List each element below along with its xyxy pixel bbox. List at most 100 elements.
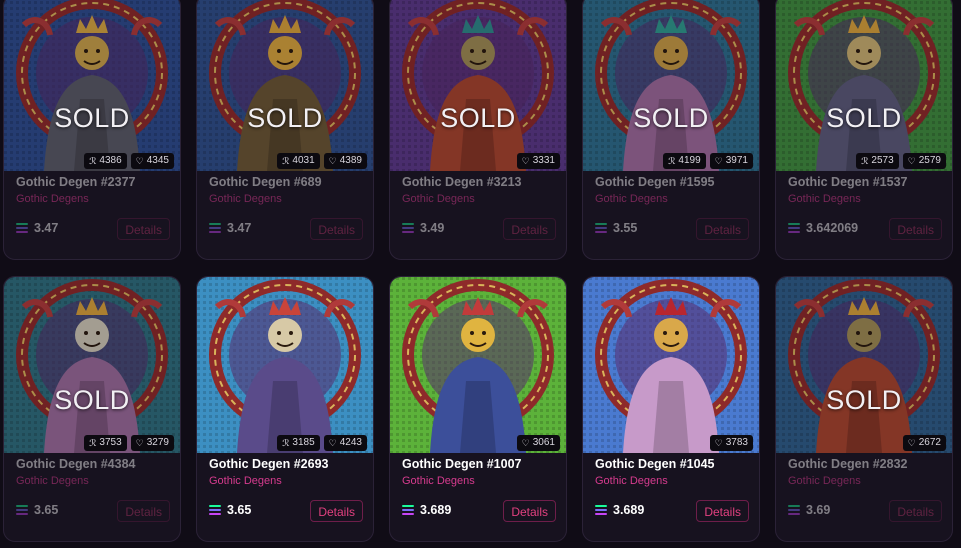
card-title[interactable]: Gothic Degen #2832 xyxy=(788,457,908,471)
card-stats: ℛ 4386 ♡ 4345 xyxy=(84,153,174,169)
card-title[interactable]: Gothic Degen #2693 xyxy=(209,457,329,471)
rank-badge: ℛ 2573 xyxy=(856,153,899,169)
heart-icon: ♡ xyxy=(328,156,337,166)
rank-badge: ℛ 4386 xyxy=(84,153,127,169)
heart-icon: ♡ xyxy=(714,438,723,448)
details-button[interactable]: Details xyxy=(503,218,556,240)
price: 3.69 xyxy=(788,503,830,517)
collection-link[interactable]: Gothic Degens xyxy=(402,193,475,205)
price-value: 3.49 xyxy=(420,221,445,235)
collection-link[interactable]: Gothic Degens xyxy=(788,475,861,487)
sold-label: SOLD xyxy=(54,385,130,415)
price: 3.47 xyxy=(209,221,251,235)
details-button[interactable]: Details xyxy=(889,218,942,240)
card-title[interactable]: Gothic Degen #689 xyxy=(209,175,322,189)
solana-icon xyxy=(788,505,800,515)
nft-image[interactable] xyxy=(390,277,566,453)
sold-overlay xyxy=(390,0,566,171)
sold-overlay xyxy=(583,0,759,171)
card-title[interactable]: Gothic Degen #1045 xyxy=(595,457,715,471)
collection-link[interactable]: Gothic Degens xyxy=(595,193,668,205)
nft-card[interactable]: ℛ 3185 ♡ 4243 Gothic Degen #2693 Gothic De… xyxy=(196,276,374,542)
nft-card[interactable]: SOLD ℛ 4031 ♡ 4389 Gothic Degen #689 Gothi… xyxy=(196,0,374,260)
nft-card[interactable]: SOLD ♡ 3331 Gothic Degen #3213 Gothic Deg… xyxy=(389,0,567,260)
heart-icon: ♡ xyxy=(521,438,530,448)
solana-icon xyxy=(402,505,414,515)
collection-link[interactable]: Gothic Degens xyxy=(16,475,89,487)
sold-label: SOLD xyxy=(54,103,130,133)
price: 3.689 xyxy=(402,503,451,517)
heart-icon: ♡ xyxy=(714,156,723,166)
details-button[interactable]: Details xyxy=(696,500,749,522)
collection-link[interactable]: Gothic Degens xyxy=(595,475,668,487)
sold-label: SOLD xyxy=(247,103,323,133)
card-stats: ℛ 3753 ♡ 3279 xyxy=(84,435,174,451)
rarity-icon: ℛ xyxy=(861,156,869,166)
sold-label: SOLD xyxy=(633,103,709,133)
heart-icon: ♡ xyxy=(521,156,530,166)
rarity-icon: ℛ xyxy=(89,438,97,448)
collection-link[interactable]: Gothic Degens xyxy=(209,193,282,205)
card-stats: ♡ 2672 xyxy=(902,435,946,451)
collection-link[interactable]: Gothic Degens xyxy=(16,193,89,205)
heart-icon: ♡ xyxy=(135,438,144,448)
details-button[interactable]: Details xyxy=(117,218,170,240)
price-value: 3.642069 xyxy=(806,221,859,235)
rarity-icon: ℛ xyxy=(668,156,676,166)
likes-badge: ♡ 3783 xyxy=(709,435,753,451)
likes-badge: ♡ 4243 xyxy=(323,435,367,451)
card-title[interactable]: Gothic Degen #1007 xyxy=(402,457,522,471)
nft-card[interactable]: SOLD ℛ 4199 ♡ 3971 Gothic Degen #1595 Goth… xyxy=(582,0,760,260)
nft-card[interactable]: ♡ 3783 Gothic Degen #1045 Gothic Degens 3… xyxy=(582,276,760,542)
nft-image[interactable] xyxy=(197,277,373,453)
nft-card[interactable]: ♡ 3061 Gothic Degen #1007 Gothic Degens 3… xyxy=(389,276,567,542)
likes-badge: ♡ 3971 xyxy=(709,153,753,169)
price-value: 3.65 xyxy=(34,503,59,517)
likes-badge: ♡ 3279 xyxy=(130,435,174,451)
price-value: 3.55 xyxy=(613,221,638,235)
details-button[interactable]: Details xyxy=(889,500,942,522)
nft-image[interactable] xyxy=(583,277,759,453)
card-stats: ℛ 2573 ♡ 2579 xyxy=(856,153,946,169)
nft-card[interactable]: SOLD ℛ 4386 ♡ 4345 Gothic Degen #2377 Goth… xyxy=(3,0,181,260)
sold-overlay xyxy=(4,0,180,171)
card-title[interactable]: Gothic Degen #2377 xyxy=(16,175,136,189)
sold-overlay xyxy=(4,277,180,453)
price-value: 3.689 xyxy=(613,503,645,517)
likes-badge: ♡ 4389 xyxy=(323,153,367,169)
rank-badge: ℛ 3185 xyxy=(277,435,320,451)
rank-badge: ℛ 4199 xyxy=(663,153,706,169)
card-title[interactable]: Gothic Degen #4384 xyxy=(16,457,136,471)
details-button[interactable]: Details xyxy=(503,500,556,522)
card-stats: ℛ 4031 ♡ 4389 xyxy=(277,153,367,169)
collection-link[interactable]: Gothic Degens xyxy=(209,475,282,487)
nft-card[interactable]: SOLD ℛ 2573 ♡ 2579 Gothic Degen #1537 Goth… xyxy=(775,0,953,260)
likes-badge: ♡ 3331 xyxy=(516,153,560,169)
price: 3.642069 xyxy=(788,221,858,235)
rarity-icon: ℛ xyxy=(89,156,97,166)
details-button[interactable]: Details xyxy=(117,500,170,522)
card-title[interactable]: Gothic Degen #1537 xyxy=(788,175,908,189)
rank-badge: ℛ 4031 xyxy=(277,153,320,169)
nft-card[interactable]: SOLD ℛ 3753 ♡ 3279 Gothic Degen #4384 Goth… xyxy=(3,276,181,542)
card-title[interactable]: Gothic Degen #3213 xyxy=(402,175,522,189)
likes-badge: ♡ 2579 xyxy=(902,153,946,169)
solana-icon xyxy=(595,505,607,515)
details-button[interactable]: Details xyxy=(310,500,363,522)
details-button[interactable]: Details xyxy=(696,218,749,240)
details-button[interactable]: Details xyxy=(310,218,363,240)
solana-icon xyxy=(209,223,221,233)
price-value: 3.47 xyxy=(34,221,59,235)
rarity-icon: ℛ xyxy=(282,156,290,166)
nft-card[interactable]: SOLD ♡ 2672 Gothic Degen #2832 Gothic Deg… xyxy=(775,276,953,542)
price: 3.55 xyxy=(595,221,637,235)
card-title[interactable]: Gothic Degen #1595 xyxy=(595,175,715,189)
solana-icon xyxy=(209,505,221,515)
collection-link[interactable]: Gothic Degens xyxy=(402,475,475,487)
price: 3.689 xyxy=(595,503,644,517)
price-value: 3.65 xyxy=(227,503,252,517)
price-value: 3.47 xyxy=(227,221,252,235)
sold-label: SOLD xyxy=(826,385,902,415)
heart-icon: ♡ xyxy=(328,438,337,448)
collection-link[interactable]: Gothic Degens xyxy=(788,193,861,205)
